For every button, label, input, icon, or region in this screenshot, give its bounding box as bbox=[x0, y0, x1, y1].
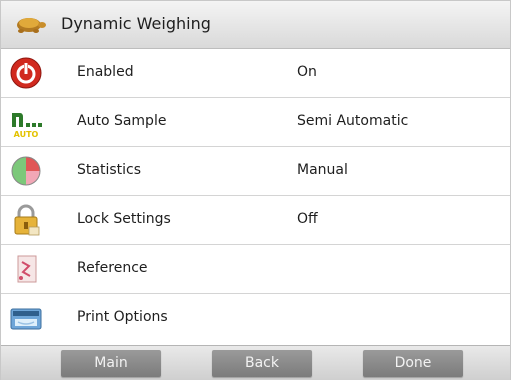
menu-item-label: Lock Settings bbox=[77, 211, 171, 227]
menu-item-print-options[interactable]: Print Options bbox=[1, 294, 510, 344]
menu-item-reference[interactable]: Reference bbox=[1, 245, 510, 294]
lock-icon bbox=[9, 203, 43, 237]
menu-item-auto-sample[interactable]: AUTO Auto Sample Semi Automatic bbox=[1, 98, 510, 147]
turtle-icon bbox=[13, 12, 47, 36]
power-icon bbox=[9, 56, 43, 90]
footer-bar: Main Back Done bbox=[1, 345, 510, 380]
screen-header: Dynamic Weighing bbox=[1, 1, 510, 49]
menu-item-label: Auto Sample bbox=[77, 113, 167, 129]
menu-item-label: Statistics bbox=[77, 162, 141, 178]
main-button[interactable]: Main bbox=[61, 350, 161, 377]
menu-item-value: On bbox=[297, 64, 317, 80]
svg-text:AUTO: AUTO bbox=[14, 130, 39, 139]
menu-item-value: Semi Automatic bbox=[297, 113, 409, 129]
menu-item-value: Off bbox=[297, 211, 318, 227]
menu-item-enabled[interactable]: Enabled On bbox=[1, 49, 510, 98]
menu-item-statistics[interactable]: Statistics Manual bbox=[1, 147, 510, 196]
back-button[interactable]: Back bbox=[212, 350, 312, 377]
menu-item-value: Manual bbox=[297, 162, 348, 178]
reference-icon bbox=[9, 252, 43, 286]
menu-item-lock-settings[interactable]: Lock Settings Off bbox=[1, 196, 510, 245]
pie-chart-icon bbox=[9, 154, 43, 188]
menu-item-label: Print Options bbox=[77, 309, 168, 325]
dynamic-weighing-screen: Dynamic Weighing Enabled On AUTO Auto Sa… bbox=[0, 0, 511, 380]
menu-item-label: Enabled bbox=[77, 64, 134, 80]
page-title: Dynamic Weighing bbox=[61, 14, 211, 33]
done-button[interactable]: Done bbox=[363, 350, 463, 377]
menu-item-label: Reference bbox=[77, 260, 148, 276]
auto-sample-icon: AUTO bbox=[9, 105, 43, 139]
printer-icon bbox=[9, 301, 43, 335]
